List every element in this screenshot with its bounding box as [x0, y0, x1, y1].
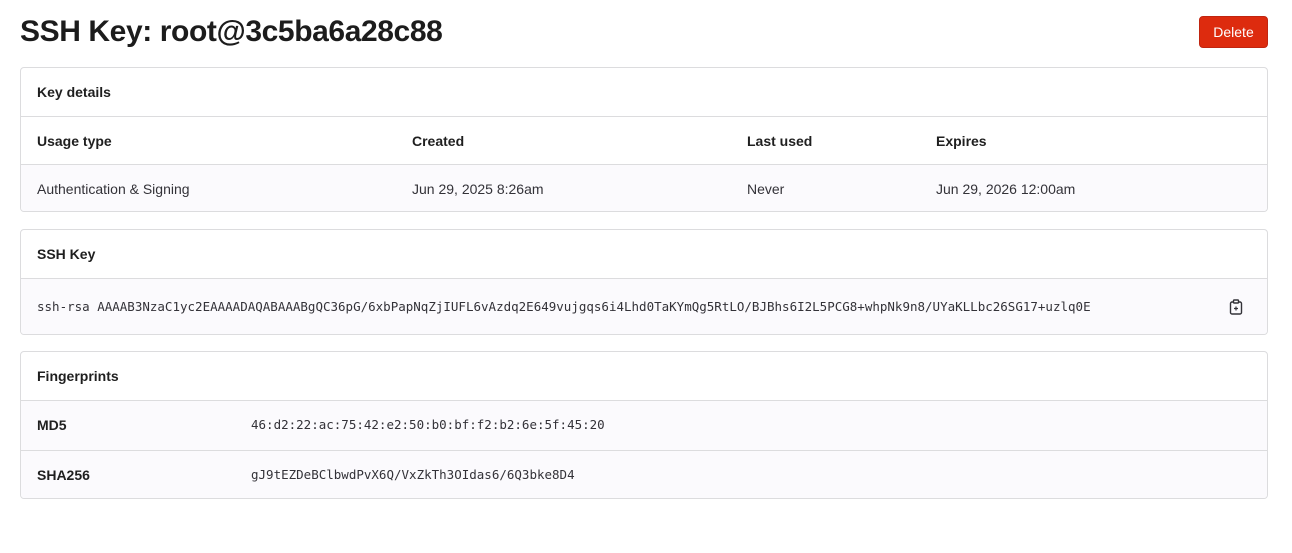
copy-icon [1229, 299, 1243, 315]
fingerprint-label: SHA256 [37, 467, 90, 483]
fingerprints-card: Fingerprints MD5 46:d2:22:ac:75:42:e2:50… [20, 351, 1268, 499]
ssh-key-value[interactable]: ssh-rsa AAAAB3NzaC1yc2EAAAADAQABAAABgQC3… [37, 279, 1211, 334]
copy-ssh-key-button[interactable] [1225, 296, 1247, 318]
last-used-value: Never [747, 181, 785, 197]
key-details-values-row: Authentication & Signing Jun 29, 2025 8:… [21, 165, 1267, 211]
ssh-key-body: ssh-rsa AAAAB3NzaC1yc2EAAAADAQABAAABgQC3… [21, 279, 1267, 334]
fingerprint-label: MD5 [37, 417, 67, 433]
fingerprint-value: gJ9tEZDeBClbwdPvX6Q/VxZkTh3OIdas6/6Q3bke… [251, 467, 575, 482]
column-header-usage-type: Usage type [37, 133, 112, 149]
fingerprint-row-sha256: SHA256 gJ9tEZDeBClbwdPvX6Q/VxZkTh3OIdas6… [21, 450, 1267, 498]
key-details-column-headers: Usage type Created Last used Expires [21, 117, 1267, 165]
ssh-key-page: SSH Key: root@3c5ba6a28c88 Delete Key de… [0, 0, 1292, 553]
column-header-last-used: Last used [747, 133, 813, 149]
usage-type-value: Authentication & Signing [37, 181, 190, 197]
expires-value: Jun 29, 2026 12:00am [936, 181, 1076, 197]
ssh-key-card: SSH Key ssh-rsa AAAAB3NzaC1yc2EAAAADAQAB… [20, 229, 1268, 335]
fingerprints-header: Fingerprints [21, 352, 1267, 401]
key-details-card: Key details Usage type Created Last used… [20, 67, 1268, 212]
key-details-header: Key details [21, 68, 1267, 117]
ssh-key-header: SSH Key [21, 230, 1267, 279]
column-header-created: Created [412, 133, 465, 149]
column-header-expires: Expires [936, 133, 987, 149]
delete-button[interactable]: Delete [1199, 16, 1268, 48]
fingerprint-row-md5: MD5 46:d2:22:ac:75:42:e2:50:b0:bf:f2:b2:… [21, 401, 1267, 450]
page-title: SSH Key: root@3c5ba6a28c88 [20, 15, 443, 48]
fingerprint-value: 46:d2:22:ac:75:42:e2:50:b0:bf:f2:b2:6e:5… [251, 417, 605, 432]
created-value: Jun 29, 2025 8:26am [412, 181, 544, 197]
